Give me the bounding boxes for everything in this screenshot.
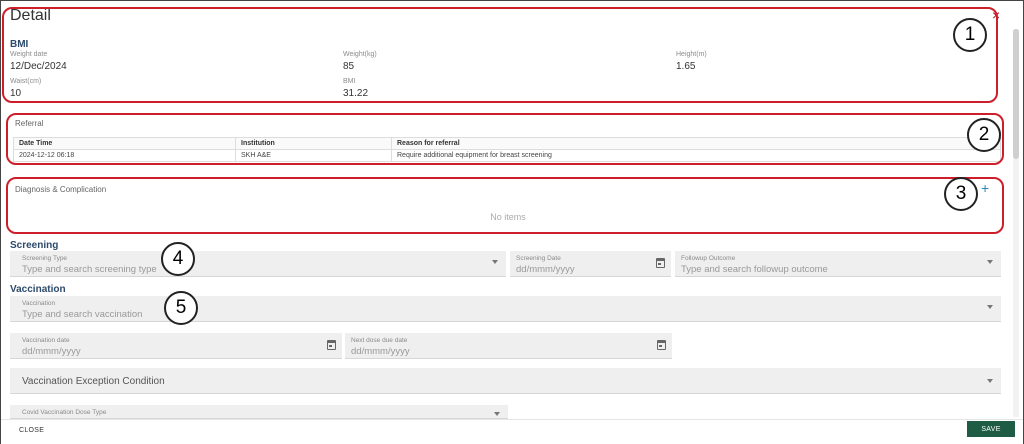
vaccination-input[interactable]: Vaccination Type and search vaccination — [10, 296, 1001, 322]
calendar-icon[interactable] — [656, 258, 665, 268]
annotation-number-5: 5 — [164, 291, 198, 325]
next-dose-date-label: Next dose due date — [351, 337, 408, 344]
screening-date-label: Screening Date — [516, 255, 561, 262]
vaccination-placeholder: Type and search vaccination — [22, 309, 143, 320]
screening-type-input[interactable]: Screening Type Type and search screening… — [10, 251, 506, 277]
calendar-icon[interactable] — [327, 340, 336, 350]
chevron-down-icon[interactable] — [987, 379, 993, 383]
annotation-box-2 — [6, 113, 1004, 165]
vaccination-date-input[interactable]: Vaccination date dd/mmm/yyyy — [10, 333, 342, 359]
screening-heading: Screening — [10, 240, 59, 251]
chevron-down-icon[interactable] — [494, 412, 500, 416]
vaccination-heading: Vaccination — [10, 284, 66, 295]
vaccination-date-label: Vaccination date — [22, 337, 70, 344]
screening-date-placeholder: dd/mmm/yyyy — [516, 264, 575, 275]
dialog-footer: CLOSE SAVE — [1, 419, 1023, 444]
followup-outcome-input[interactable]: Followup Outcome Type and search followu… — [675, 251, 1001, 277]
annotation-box-3 — [6, 177, 1004, 234]
chevron-down-icon[interactable] — [987, 305, 993, 309]
annotation-number-4: 4 — [161, 242, 195, 276]
next-dose-date-input[interactable]: Next dose due date dd/mmm/yyyy — [345, 333, 672, 359]
vaccination-date-placeholder: dd/mmm/yyyy — [22, 346, 81, 357]
annotation-box-1 — [2, 7, 998, 103]
vaccination-label: Vaccination — [22, 300, 56, 307]
close-button[interactable]: CLOSE — [19, 427, 44, 434]
detail-dialog: Detail × BMI Weight date 12/Dec/2024 Wei… — [0, 0, 1024, 444]
vaccination-exception-select[interactable]: Vaccination Exception Condition — [10, 368, 1001, 394]
followup-outcome-placeholder: Type and search followup outcome — [681, 264, 828, 275]
covid-dose-type-select[interactable]: Covid Vaccination Dose Type — [10, 405, 508, 419]
screening-type-placeholder: Type and search screening type — [22, 264, 157, 275]
vaccination-exception-label: Vaccination Exception Condition — [22, 376, 165, 387]
screening-type-label: Screening Type — [22, 255, 68, 262]
annotation-number-2: 2 — [967, 118, 1001, 152]
chevron-down-icon[interactable] — [987, 260, 993, 264]
save-button[interactable]: SAVE — [967, 421, 1015, 437]
covid-dose-type-label: Covid Vaccination Dose Type — [22, 409, 107, 416]
next-dose-date-placeholder: dd/mmm/yyyy — [351, 346, 410, 357]
followup-outcome-label: Followup Outcome — [681, 255, 736, 262]
chevron-down-icon[interactable] — [492, 260, 498, 264]
calendar-icon[interactable] — [657, 340, 666, 350]
scrollbar-thumb[interactable] — [1013, 29, 1019, 159]
annotation-number-3: 3 — [944, 177, 978, 211]
screening-date-input[interactable]: Screening Date dd/mmm/yyyy — [510, 251, 671, 277]
annotation-number-1: 1 — [953, 18, 987, 52]
